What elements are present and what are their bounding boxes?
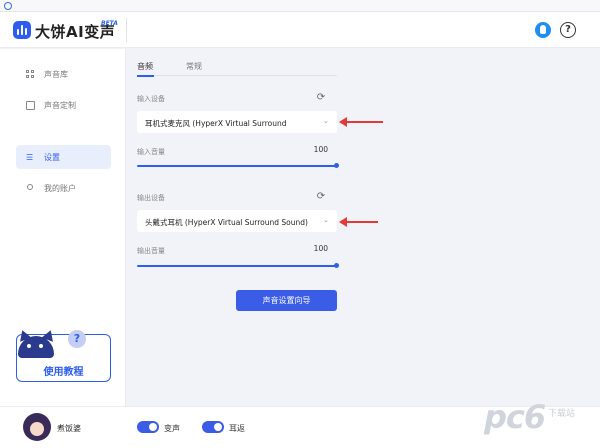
help-icon[interactable]: ? bbox=[560, 22, 576, 38]
refresh-output-icon[interactable]: ⟳ bbox=[315, 191, 327, 203]
logo-icon bbox=[13, 21, 31, 39]
input-volume-knob[interactable] bbox=[334, 163, 339, 168]
output-volume-slider[interactable] bbox=[137, 265, 337, 267]
bag-icon bbox=[26, 101, 35, 110]
avatar[interactable] bbox=[23, 413, 51, 441]
sound-setup-wizard-button[interactable]: 声音设置向导 bbox=[236, 290, 337, 311]
output-device-select[interactable]: 头戴式耳机 (HyperX Virtual Surround Sound) ⌄ bbox=[137, 210, 337, 232]
header: 大饼AI变声 BETA ? bbox=[0, 12, 600, 48]
sidebar-item-label: 声音库 bbox=[44, 70, 68, 79]
chevron-down-icon: ⌄ bbox=[323, 117, 329, 125]
input-volume-value: 100 bbox=[313, 145, 328, 154]
sidebar-item-voice-custom[interactable]: 声音定制 bbox=[16, 93, 111, 117]
sidebar-item-sound-library[interactable]: 声音库 bbox=[16, 62, 111, 86]
voice-change-toggle[interactable] bbox=[137, 421, 159, 433]
qq-icon[interactable] bbox=[535, 22, 551, 38]
sidebar-item-settings[interactable]: ☰ 设置 bbox=[16, 145, 111, 169]
ear-return-toggle[interactable] bbox=[202, 421, 224, 433]
output-volume-knob[interactable] bbox=[334, 263, 339, 268]
chevron-down-icon: ⌄ bbox=[323, 216, 329, 224]
window-titlebar bbox=[0, 0, 600, 12]
watermark-sub: 下载站 bbox=[548, 409, 576, 419]
input-device-label: 输入设备 bbox=[137, 95, 165, 103]
voice-change-label: 变声 bbox=[164, 424, 180, 433]
output-device-label: 输出设备 bbox=[137, 194, 165, 202]
sidebar-item-label: 我的账户 bbox=[44, 184, 76, 193]
refresh-input-icon[interactable]: ⟳ bbox=[315, 92, 327, 104]
annotation-arrow bbox=[339, 117, 383, 127]
user-icon bbox=[27, 184, 33, 190]
tab-underline bbox=[137, 75, 337, 77]
question-bubble-icon: ? bbox=[68, 330, 86, 348]
input-volume-slider[interactable] bbox=[137, 165, 337, 167]
settings-tabs: 音频 常规 bbox=[137, 61, 337, 75]
annotation-arrow bbox=[339, 217, 378, 227]
input-device-value: 耳机式麦克风 (HyperX Virtual Surround bbox=[145, 119, 287, 128]
tutorial-label: 使用教程 bbox=[43, 367, 84, 378]
header-divider bbox=[126, 18, 127, 42]
grid-icon bbox=[26, 70, 35, 79]
output-device-value: 头戴式耳机 (HyperX Virtual Surround Sound) bbox=[145, 218, 308, 227]
input-device-select[interactable]: 耳机式麦克风 (HyperX Virtual Surround ⌄ bbox=[137, 111, 337, 133]
tab-audio[interactable]: 音频 bbox=[137, 61, 153, 72]
ear-return-label: 耳返 bbox=[229, 424, 245, 433]
username: 煮饭婆 bbox=[57, 424, 81, 433]
sidebar-item-account[interactable]: 我的账户 bbox=[16, 176, 111, 200]
output-volume-value: 100 bbox=[313, 244, 328, 253]
input-volume-label: 输入音量 bbox=[137, 148, 165, 156]
beta-badge: BETA bbox=[101, 20, 118, 27]
sliders-icon: ☰ bbox=[26, 153, 34, 162]
sidebar-item-label: 声音定制 bbox=[44, 101, 76, 110]
tab-general[interactable]: 常规 bbox=[186, 61, 202, 72]
output-volume-label: 输出音量 bbox=[137, 247, 165, 255]
settings-panel: 音频 常规 输入设备 ⟳ 耳机式麦克风 (HyperX Virtual Surr… bbox=[126, 49, 600, 406]
app-small-icon bbox=[4, 2, 12, 10]
watermark-brand: pc6 bbox=[484, 398, 546, 436]
watermark-logo: pc6 下载站 bbox=[478, 392, 600, 448]
sidebar-item-label: 设置 bbox=[44, 153, 60, 162]
